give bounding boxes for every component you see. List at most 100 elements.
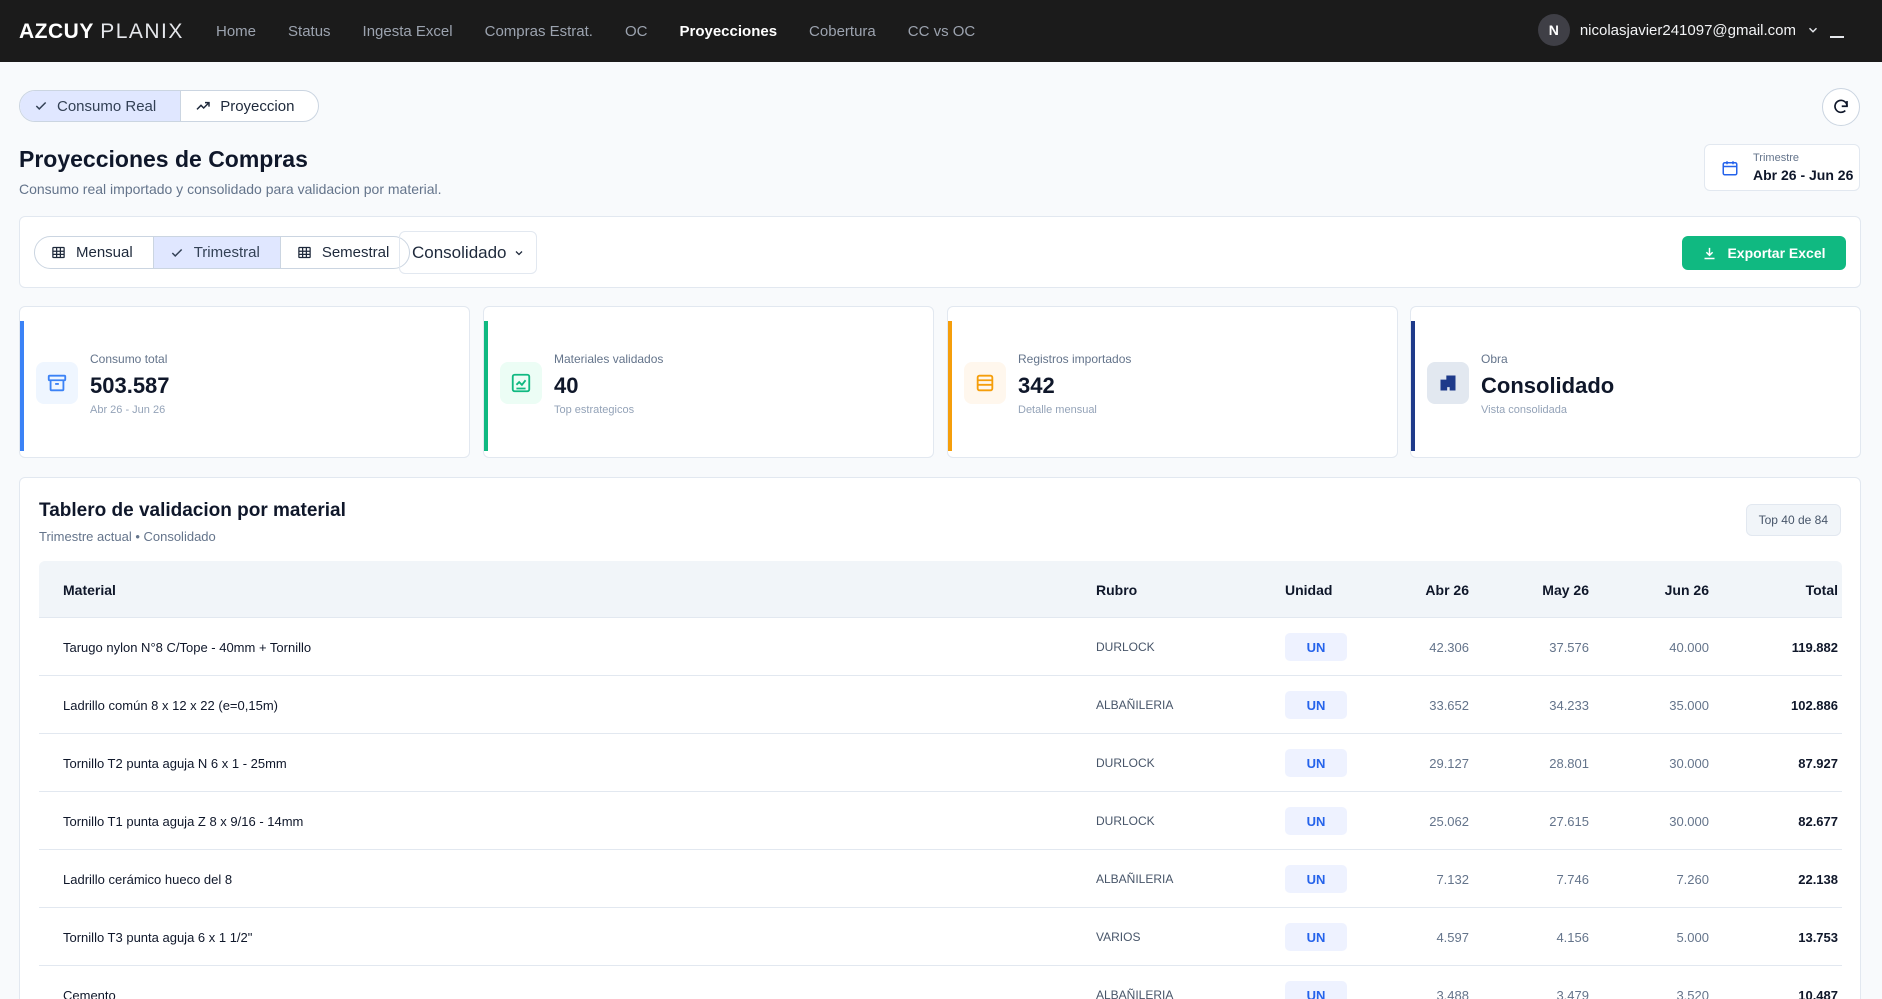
total-cell: 119.882 bbox=[1791, 640, 1838, 655]
trending-up-icon bbox=[196, 101, 210, 110]
abr-cell: 25.062 bbox=[1429, 814, 1469, 829]
check-icon bbox=[35, 101, 47, 110]
header-unidad[interactable]: Unidad bbox=[1285, 582, 1332, 598]
toggle-proyeccion[interactable]: Proyeccion bbox=[181, 91, 318, 121]
period-display[interactable]: Trimestre Abr 26 - Jun 26 bbox=[1704, 144, 1860, 191]
toggle-mensual[interactable]: Mensual bbox=[35, 237, 154, 268]
stat-value: 503.587 bbox=[90, 373, 170, 398]
table-row[interactable]: Ladrillo común 8 x 12 x 22 (e=0,15m) ALBA… bbox=[39, 676, 1842, 734]
accent-bar bbox=[948, 321, 952, 451]
total-cell: 87.927 bbox=[1798, 756, 1838, 771]
jun-cell: 35.000 bbox=[1669, 698, 1709, 713]
table-title: Tablero de validacion por material bbox=[39, 500, 346, 521]
table-row[interactable]: Ladrillo cerámico hueco del 8 ALBAÑILERIA… bbox=[39, 850, 1842, 908]
stat-card-consumo-total: Consumo total 503.587 Abr 26 - Jun 26 bbox=[19, 306, 470, 458]
total-cell: 22.138 bbox=[1798, 872, 1838, 887]
accent-bar bbox=[20, 321, 24, 451]
stat-subtext: Abr 26 - Jun 26 bbox=[90, 404, 166, 416]
header-abr[interactable]: Abr 26 bbox=[1369, 582, 1469, 598]
may-cell: 37.576 bbox=[1549, 640, 1589, 655]
jun-cell: 3.520 bbox=[1676, 988, 1709, 999]
nav-cc-vs-oc[interactable]: CC vs OC bbox=[892, 23, 992, 40]
page-title: Proyecciones de Compras bbox=[19, 146, 308, 172]
stat-value: Consolidado bbox=[1481, 373, 1615, 398]
material-cell: Tornillo T3 punta aguja 6 x 1 1/2" bbox=[63, 930, 253, 945]
check-icon bbox=[171, 248, 182, 257]
stat-label: Obra bbox=[1481, 352, 1508, 366]
abr-cell: 29.127 bbox=[1429, 756, 1469, 771]
jun-cell: 30.000 bbox=[1669, 814, 1709, 829]
refresh-button[interactable] bbox=[1822, 88, 1860, 126]
toggle-consumo-real[interactable]: Consumo Real bbox=[20, 91, 182, 121]
table-body: Tarugo nylon N°8 C/Tope - 40mm + Tornill… bbox=[39, 618, 1842, 999]
export-excel-button[interactable]: Exportar Excel bbox=[1682, 236, 1846, 270]
main-nav: Home Status Ingesta Excel Compras Estrat… bbox=[200, 0, 991, 62]
material-cell: Ladrillo cerámico hueco del 8 bbox=[63, 872, 233, 887]
unidad-badge: UN bbox=[1285, 633, 1347, 661]
table-subtitle: Trimestre actual • Consolidado bbox=[39, 529, 216, 544]
rubro-cell: DURLOCK bbox=[1096, 814, 1155, 828]
building-icon bbox=[1427, 362, 1469, 404]
filter-bar: Mensual Trimestral Semestral Consolidado… bbox=[19, 216, 1861, 288]
table-row[interactable]: Cemento ALBAÑILERIA UN 3.488 3.479 3.520 10.48… bbox=[39, 966, 1842, 999]
period-value: Abr 26 - Jun 26 bbox=[1753, 167, 1854, 183]
stat-value: 40 bbox=[554, 373, 579, 398]
nav-cobertura[interactable]: Cobertura bbox=[793, 23, 892, 40]
user-menu[interactable]: N nicolasjavier241097@gmail.com bbox=[1537, 14, 1820, 46]
toggle-semestral[interactable]: Semestral bbox=[281, 237, 410, 268]
stat-card-registros-importados: Registros importados 342 Detalle mensual bbox=[947, 306, 1398, 458]
nav-oc[interactable]: OC bbox=[609, 23, 664, 40]
table-row[interactable]: Tornillo T3 punta aguja 6 x 1 1/2" VARIOS… bbox=[39, 908, 1842, 966]
may-cell: 34.233 bbox=[1549, 698, 1589, 713]
nav-ingesta-excel[interactable]: Ingesta Excel bbox=[347, 23, 469, 40]
stat-label: Consumo total bbox=[90, 352, 168, 366]
stat-subtext: Vista consolidada bbox=[1481, 404, 1568, 416]
unidad-badge: UN bbox=[1285, 807, 1347, 835]
total-cell: 102.886 bbox=[1791, 698, 1838, 713]
header-material[interactable]: Material bbox=[63, 582, 116, 598]
download-icon bbox=[1704, 247, 1715, 259]
page-subtitle: Consumo real importado y consolidado par… bbox=[19, 181, 442, 197]
may-cell: 4.156 bbox=[1556, 930, 1589, 945]
rubro-cell: ALBAÑILERIA bbox=[1096, 698, 1174, 712]
toggle-trimestral[interactable]: Trimestral bbox=[153, 237, 281, 268]
table-row[interactable]: Tornillo T2 punta aguja N 6 x 1 - 25mm DU… bbox=[39, 734, 1842, 792]
table-row[interactable]: Tarugo nylon N°8 C/Tope - 40mm + Tornill… bbox=[39, 618, 1842, 676]
chart-check-icon bbox=[500, 362, 542, 404]
jun-cell: 30.000 bbox=[1669, 756, 1709, 771]
chevron-down-icon bbox=[1808, 27, 1818, 33]
mode-toggle: Consumo Real Proyeccion bbox=[19, 90, 320, 122]
material-cell: Tarugo nylon N°8 C/Tope - 40mm + Tornill… bbox=[63, 640, 312, 655]
unidad-badge: UN bbox=[1285, 981, 1347, 999]
nav-status[interactable]: Status bbox=[272, 23, 347, 40]
jun-cell: 7.260 bbox=[1676, 872, 1709, 887]
brand-logo[interactable]: AZCUY PLANIX bbox=[19, 20, 184, 44]
header-may[interactable]: May 26 bbox=[1489, 582, 1589, 598]
top-navbar: AZCUY PLANIX Home Status Ingesta Excel C… bbox=[0, 0, 1882, 62]
accent-bar bbox=[1411, 321, 1415, 451]
table-icon bbox=[298, 246, 311, 259]
unidad-badge: UN bbox=[1285, 749, 1347, 777]
may-cell: 27.615 bbox=[1549, 814, 1589, 829]
table-row[interactable]: Tornillo T1 punta aguja Z 8 x 9/16 - 14m… bbox=[39, 792, 1842, 850]
table-header: Material Rubro Unidad Abr 26 May 26 Jun … bbox=[39, 561, 1842, 618]
header-jun[interactable]: Jun 26 bbox=[1609, 582, 1709, 598]
stat-value: 342 bbox=[1018, 373, 1055, 398]
total-cell: 82.677 bbox=[1798, 814, 1838, 829]
header-rubro[interactable]: Rubro bbox=[1096, 582, 1137, 598]
calendar-icon bbox=[1722, 160, 1738, 175]
nav-home[interactable]: Home bbox=[200, 23, 272, 40]
stat-label: Materiales validados bbox=[554, 352, 664, 366]
unidad-badge: UN bbox=[1285, 691, 1347, 719]
nav-proyecciones[interactable]: Proyecciones bbox=[663, 23, 793, 40]
may-cell: 3.479 bbox=[1556, 988, 1589, 999]
stat-subtext: Top estrategicos bbox=[554, 404, 635, 416]
count-badge: Top 40 de 84 bbox=[1745, 504, 1841, 536]
header-total[interactable]: Total bbox=[1738, 582, 1838, 598]
minimize-icon[interactable] bbox=[1830, 36, 1844, 38]
rubro-cell: ALBAÑILERIA bbox=[1096, 872, 1174, 886]
abr-cell: 33.652 bbox=[1429, 698, 1469, 713]
nav-compras-estrat[interactable]: Compras Estrat. bbox=[469, 23, 609, 40]
abr-cell: 3.488 bbox=[1436, 988, 1469, 999]
obra-select[interactable]: Consolidado bbox=[399, 231, 537, 274]
